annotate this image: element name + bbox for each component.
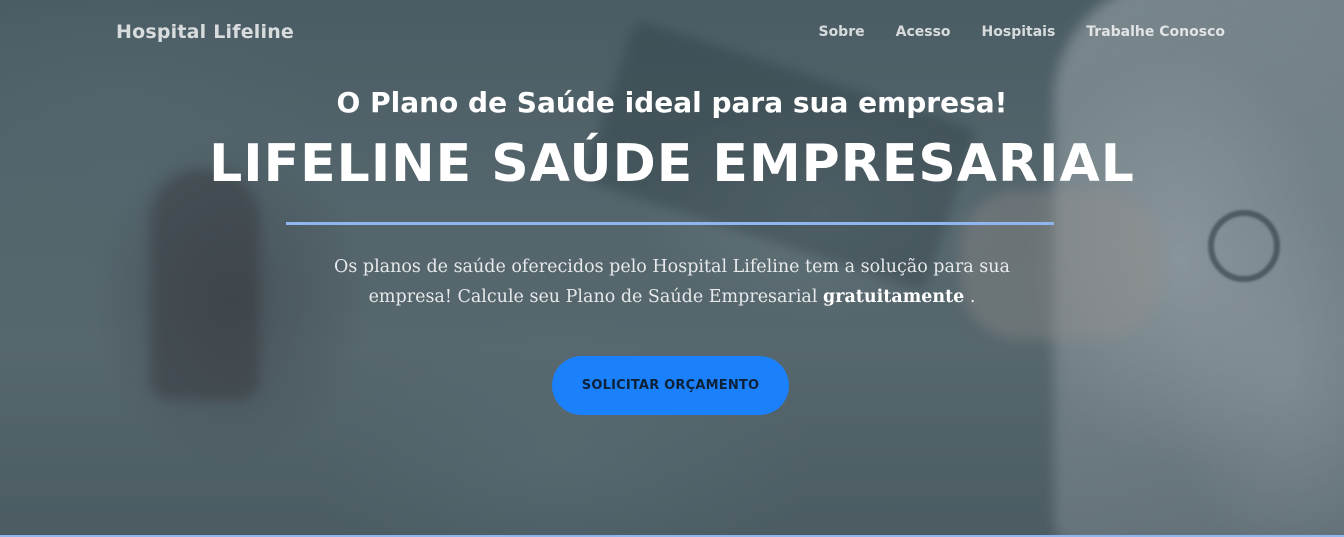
description-end: . <box>964 287 976 307</box>
nav-link-hospitais[interactable]: Hospitais <box>982 24 1056 40</box>
nav-links: Sobre Acesso Hospitais Trabalhe Conosco <box>818 24 1225 40</box>
hero-section: Hospital Lifeline Sobre Acesso Hospitais… <box>0 0 1344 537</box>
request-quote-button[interactable]: SOLICITAR ORÇAMENTO <box>552 356 789 415</box>
hero-description: Os planos de saúde oferecidos pelo Hospi… <box>322 252 1022 312</box>
hero-title: LIFELINE SAÚDE EMPRESARIAL <box>209 134 1135 194</box>
nav-link-acesso[interactable]: Acesso <box>896 24 951 40</box>
title-divider <box>286 222 1054 225</box>
hero-content: Hospital Lifeline Sobre Acesso Hospitais… <box>0 0 1344 537</box>
hero-subtitle: O Plano de Saúde ideal para sua empresa! <box>336 86 1008 119</box>
brand-link[interactable]: Hospital Lifeline <box>116 21 294 43</box>
nav-link-trabalhe-conosco[interactable]: Trabalhe Conosco <box>1086 24 1225 40</box>
navbar: Hospital Lifeline Sobre Acesso Hospitais… <box>0 0 1344 66</box>
description-emphasis: gratuitamente <box>823 287 965 307</box>
nav-link-sobre[interactable]: Sobre <box>818 24 864 40</box>
